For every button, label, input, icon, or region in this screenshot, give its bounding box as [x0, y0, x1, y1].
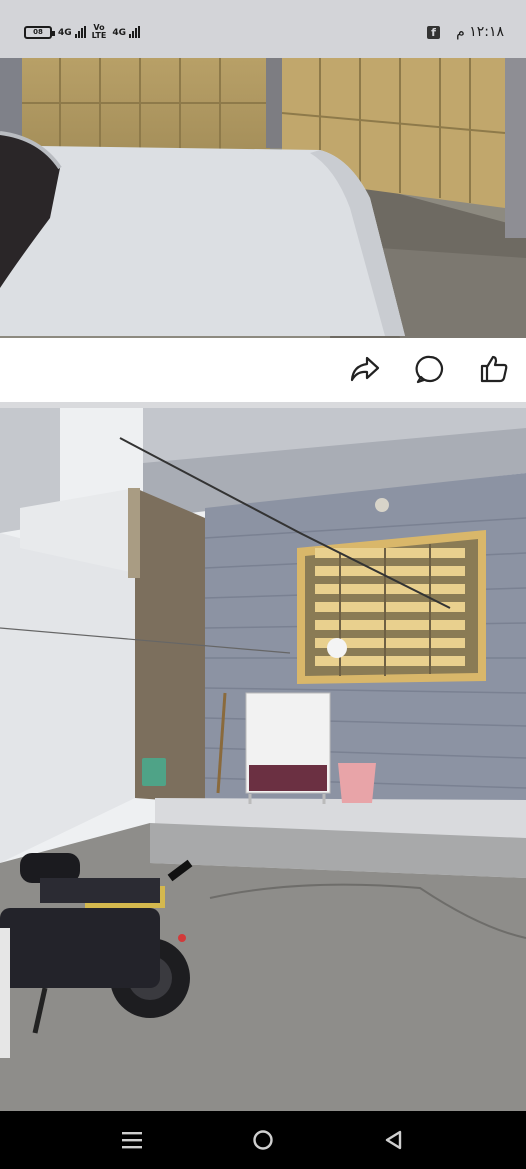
sim2-signal: 4G: [112, 26, 141, 38]
status-left-group: 08 4G Vo LTE 4G: [24, 24, 141, 40]
like-button[interactable]: [477, 352, 511, 386]
sim1-network-label: 4G: [58, 28, 72, 38]
battery-icon: 08: [24, 25, 55, 39]
post-photo-car[interactable]: [0, 58, 526, 338]
facebook-icon: f: [427, 25, 441, 39]
comment-icon: [415, 355, 444, 384]
volte-indicator: Vo LTE: [92, 24, 107, 40]
back-button[interactable]: [379, 1125, 409, 1155]
status-time: ١٢:١٨ م: [456, 24, 504, 40]
like-icon: [480, 355, 508, 383]
home-button[interactable]: [248, 1125, 278, 1155]
signal-bars-icon: [74, 26, 86, 38]
comment-button[interactable]: [413, 352, 447, 386]
signal-bars-icon: [129, 26, 141, 38]
sim1-signal: 4G: [58, 26, 86, 38]
post-photo-courtyard[interactable]: [0, 408, 526, 1111]
battery-level: 08: [33, 27, 43, 36]
share-icon: [350, 356, 380, 382]
system-nav-bar: [0, 1111, 526, 1169]
status-right-group: f ١٢:١٨ م: [427, 24, 504, 40]
courtyard-photo-image: [0, 408, 526, 1111]
back-icon: [385, 1130, 402, 1150]
volte-line2: LTE: [91, 31, 107, 40]
share-button[interactable]: [348, 352, 382, 386]
recent-apps-button[interactable]: [117, 1125, 147, 1155]
home-icon: [253, 1130, 273, 1150]
post-action-bar: [0, 338, 526, 402]
recent-apps-icon: [122, 1132, 142, 1149]
sim2-network-label: 4G: [112, 28, 127, 38]
status-bar: 08 4G Vo LTE 4G f ١٢:١٨ م: [0, 0, 526, 58]
car-photo-image: [0, 58, 526, 338]
